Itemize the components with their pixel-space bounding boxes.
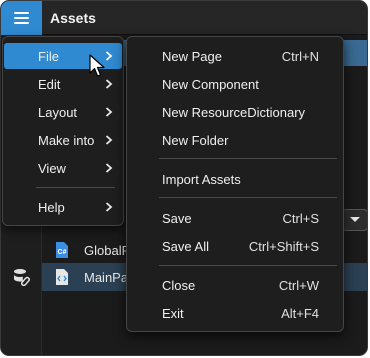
menu-item-make-into[interactable]: Make into — [4, 127, 122, 153]
submenu-item-label: New Component — [162, 77, 259, 92]
submenu-item-label: Save — [162, 211, 192, 226]
submenu-item-close[interactable]: Close Ctrl+W — [127, 272, 343, 298]
submenu-item-new-page[interactable]: New Page Ctrl+N — [127, 43, 343, 69]
shortcut-label: Alt+F4 — [281, 306, 319, 321]
shortcut-label: Ctrl+W — [278, 278, 319, 293]
submenu-item-exit[interactable]: Exit Alt+F4 — [127, 300, 343, 326]
chevron-right-icon — [105, 107, 113, 117]
submenu-item-label: Close — [162, 278, 196, 293]
menu-item-label: View — [38, 161, 66, 176]
dropdown-button[interactable] — [342, 209, 367, 231]
chevron-down-icon — [350, 217, 360, 222]
submenu-item-label: New Page — [162, 49, 222, 64]
menu-item-view[interactable]: View — [4, 155, 122, 181]
chevron-right-icon — [105, 163, 113, 173]
submenu-item-save-all[interactable]: Save All Ctrl+Shift+S — [127, 233, 343, 259]
submenu-separator — [159, 265, 337, 266]
submenu-item-new-folder[interactable]: New Folder — [127, 127, 343, 153]
submenu-item-save[interactable]: Save Ctrl+S — [127, 205, 343, 231]
menu-separator — [36, 187, 115, 188]
shortcut-label: Ctrl+S — [282, 211, 319, 226]
shortcut-label: Ctrl+Shift+S — [248, 239, 319, 254]
page-title: Assets — [50, 10, 96, 26]
mouse-cursor-icon — [89, 54, 105, 77]
menu-item-label: Layout — [38, 105, 78, 120]
submenu-item-new-component[interactable]: New Component — [127, 71, 343, 97]
menu-item-label: Help — [38, 200, 65, 215]
chevron-right-icon — [105, 202, 113, 212]
xaml-file-icon — [56, 269, 68, 285]
title-bar: Assets — [1, 1, 367, 35]
svg-text:C#: C# — [58, 249, 67, 256]
hamburger-icon — [14, 12, 29, 24]
menu-item-label: Edit — [38, 77, 61, 92]
submenu-separator — [159, 158, 337, 159]
submenu-item-label: Exit — [162, 306, 184, 321]
submenu-item-label: New ResourceDictionary — [162, 105, 306, 120]
file-name: MainPa — [84, 270, 129, 285]
file-submenu: New Page Ctrl+N New Component New Resour… — [126, 36, 344, 332]
submenu-item-label: Import Assets — [162, 172, 241, 187]
database-link-icon[interactable] — [13, 268, 31, 286]
submenu-item-new-resource-dictionary[interactable]: New ResourceDictionary — [127, 99, 343, 125]
submenu-item-label: Save All — [162, 239, 209, 254]
csharp-file-icon: C# — [56, 242, 68, 258]
shortcut-label: Ctrl+N — [281, 49, 319, 64]
menu-item-label: Make into — [38, 133, 95, 148]
submenu-separator — [159, 197, 337, 198]
chevron-right-icon — [105, 135, 113, 145]
file-name: GlobalR — [84, 243, 131, 258]
submenu-item-import-assets[interactable]: Import Assets — [127, 166, 343, 192]
menu-item-help[interactable]: Help — [4, 194, 122, 220]
submenu-item-label: New Folder — [162, 133, 229, 148]
menu-item-layout[interactable]: Layout — [4, 99, 122, 125]
chevron-right-icon — [105, 79, 113, 89]
hamburger-menu-button[interactable] — [1, 1, 42, 35]
menu-item-label: File — [38, 49, 59, 64]
